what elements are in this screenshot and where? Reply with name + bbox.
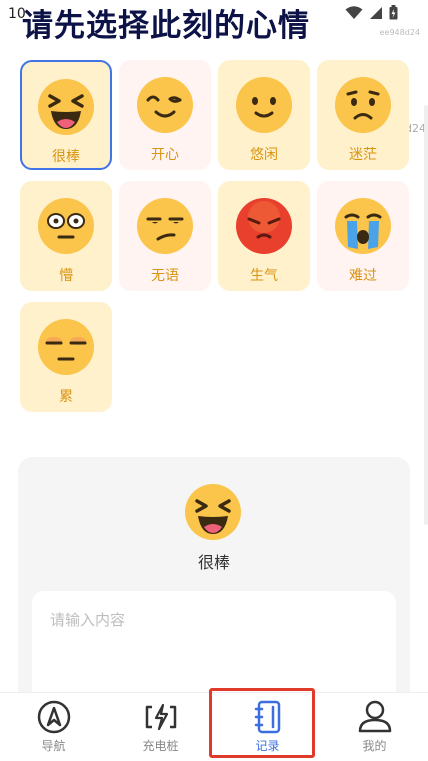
- charging-station-icon: [145, 703, 176, 731]
- mood-label: 难过: [349, 268, 377, 284]
- relaxed-face-icon: [236, 77, 292, 133]
- mood-card-angry[interactable]: 生气: [218, 181, 310, 291]
- mood-card-tired[interactable]: 累: [20, 302, 112, 412]
- nav-tab-navigation[interactable]: 导航: [0, 693, 107, 761]
- signal-icon: [370, 6, 382, 19]
- speechless-face-icon: [137, 198, 193, 254]
- happy-face-icon: [137, 77, 193, 133]
- laughing-face-icon: [38, 79, 94, 135]
- mood-card-relaxed[interactable]: 悠闲: [218, 60, 310, 170]
- mood-label: 无语: [151, 268, 179, 284]
- nav-label: 记录: [255, 739, 280, 753]
- nav-label: 导航: [41, 739, 66, 753]
- mood-card-speechless[interactable]: 无语: [119, 181, 211, 291]
- laughing-face-icon: [185, 484, 241, 540]
- confused-face-icon: [335, 77, 391, 133]
- mood-card-dazed[interactable]: 懵: [20, 181, 112, 291]
- bottom-nav: 导航 充电桩 记录 我的: [0, 692, 428, 761]
- mood-detail-panel: 很棒 请输入内容: [18, 457, 410, 721]
- status-icons: [345, 5, 398, 20]
- selected-mood-label: 很棒: [197, 553, 230, 572]
- mood-label: 迷茫: [349, 147, 377, 163]
- user-profile-icon: [358, 700, 391, 733]
- mood-label: 很棒: [52, 149, 80, 165]
- scroll-track[interactable]: [424, 105, 428, 525]
- page-title: 请先选择此刻的心情: [22, 8, 310, 44]
- mood-label: 累: [59, 389, 73, 405]
- nav-tab-records[interactable]: 记录: [214, 693, 321, 761]
- nav-tab-mine[interactable]: 我的: [321, 693, 428, 761]
- tired-face-icon: [38, 319, 94, 375]
- angry-face-icon: [236, 198, 292, 254]
- dazed-face-icon: [38, 198, 94, 254]
- mood-card-confused[interactable]: 迷茫: [317, 60, 409, 170]
- mood-label: 生气: [250, 268, 278, 284]
- navigation-arrow-icon: [37, 700, 70, 734]
- nav-label: 我的: [362, 739, 387, 753]
- nav-tab-charging[interactable]: 充电桩: [107, 693, 214, 761]
- battery-icon: [389, 5, 398, 20]
- mood-label: 悠闲: [250, 147, 278, 163]
- wifi-icon: [345, 5, 363, 19]
- nav-label: 充电桩: [142, 739, 179, 753]
- notebook-icon: [254, 700, 280, 734]
- status-corner-tag: ee948d24: [379, 28, 420, 37]
- mood-card-great[interactable]: 很棒: [20, 60, 112, 170]
- crying-face-icon: [335, 198, 391, 254]
- mood-card-happy[interactable]: 开心: [119, 60, 211, 170]
- mood-label: 懵: [59, 268, 73, 284]
- mood-label: 开心: [151, 147, 179, 163]
- mood-card-sad[interactable]: 难过: [317, 181, 409, 291]
